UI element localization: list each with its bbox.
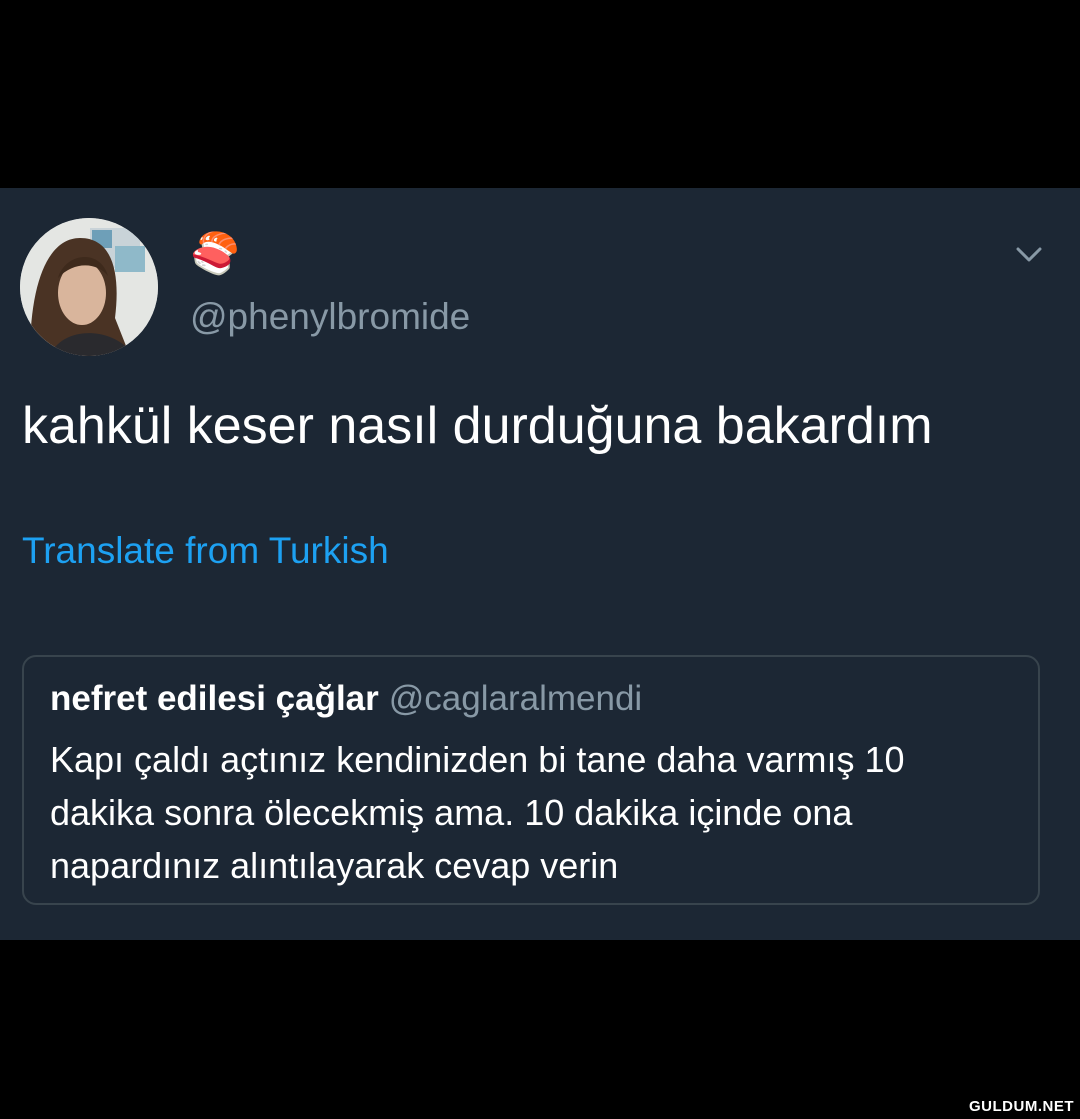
user-handle[interactable]: @phenylbromide (190, 296, 470, 338)
quoted-author-handle: @caglaralmendi (388, 679, 643, 718)
quoted-tweet-header: nefret edilesi çağlar @caglaralmendi (50, 679, 642, 719)
chevron-down-icon[interactable] (1012, 240, 1046, 270)
avatar-image (20, 218, 158, 356)
quoted-author-name: nefret edilesi çağlar (50, 679, 379, 718)
tweet-text: kahkül keser nasıl durduğuna bakardım (22, 397, 933, 455)
quoted-tweet-text: Kapı çaldı açtınız kendinizden bi tane d… (50, 739, 905, 886)
tweet-card: 🍣 @phenylbromide kahkül keser nasıl durd… (0, 188, 1080, 940)
translate-link[interactable]: Translate from Turkish (22, 530, 389, 572)
display-name[interactable]: 🍣 (190, 232, 240, 276)
quoted-tweet[interactable]: nefret edilesi çağlar @caglaralmendi Kapı… (22, 655, 1040, 905)
watermark: GULDUM.NET (969, 1098, 1074, 1115)
avatar[interactable] (20, 218, 158, 356)
